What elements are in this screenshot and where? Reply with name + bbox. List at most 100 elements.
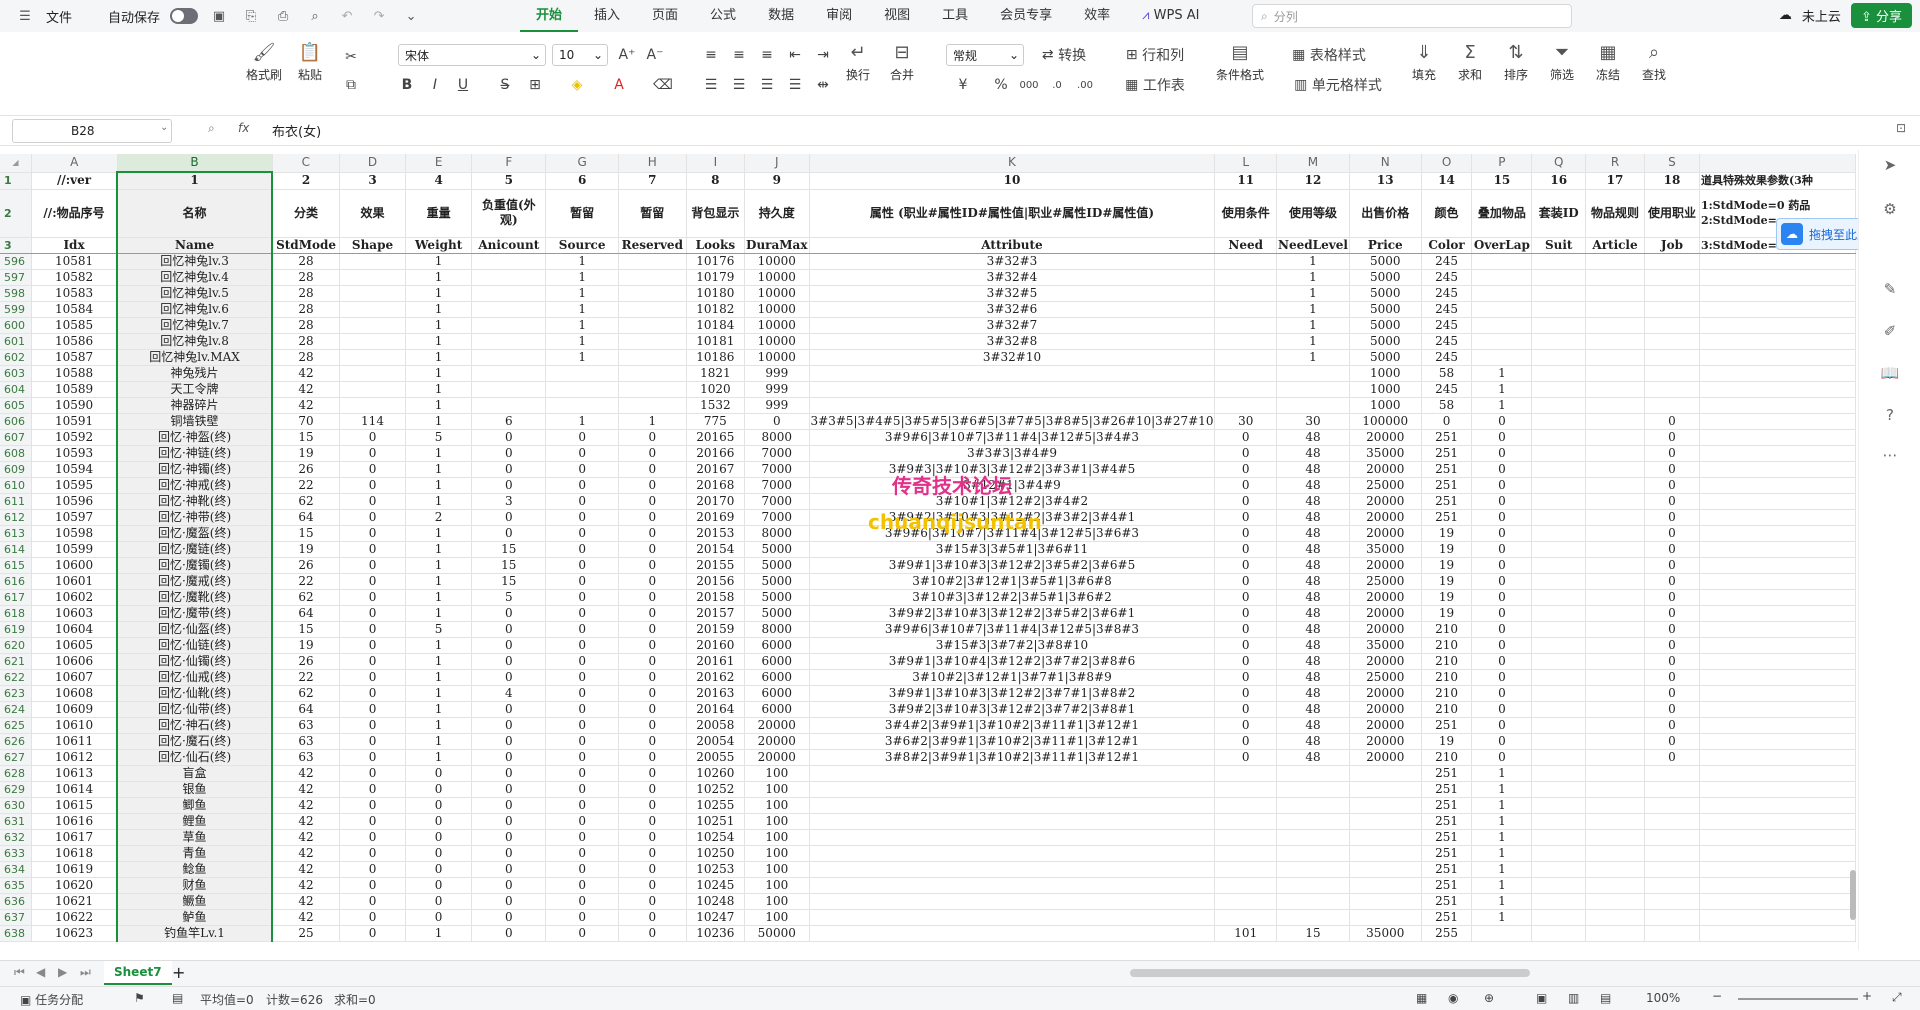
row-header[interactable]: 607 — [0, 429, 32, 446]
table-cell[interactable]: 20000 — [1349, 525, 1422, 542]
table-cell[interactable] — [1644, 381, 1700, 398]
table-cell[interactable] — [1531, 397, 1587, 414]
table-cell[interactable]: 1 — [545, 413, 619, 430]
table-cell[interactable]: 10589 — [31, 381, 118, 398]
table-cell[interactable]: 0 — [1214, 429, 1278, 446]
table-cell[interactable]: 28 — [272, 285, 341, 302]
table-cell[interactable]: 1 — [405, 381, 473, 398]
table-cell[interactable]: 0 — [1214, 685, 1278, 702]
table-cell[interactable]: 251 — [1421, 781, 1473, 798]
table-cell[interactable] — [1276, 397, 1350, 414]
table-cell[interactable] — [618, 397, 687, 414]
table-cell[interactable]: 1 — [545, 269, 619, 286]
table-cell[interactable]: 3#15#3|3#5#1|3#6#11 — [809, 541, 1216, 558]
table-cell[interactable] — [618, 269, 687, 286]
table-cell[interactable] — [1699, 253, 1856, 270]
table-cell[interactable]: 3#4#2|3#9#1|3#10#2|3#11#1|3#12#1 — [809, 717, 1216, 734]
table-cell[interactable]: 天工令牌 — [116, 381, 274, 398]
table-cell[interactable]: 0 — [545, 749, 619, 766]
table-cell[interactable]: 1 — [405, 605, 473, 622]
table-cell[interactable] — [1531, 653, 1587, 670]
header-cell[interactable]: 叠加物品 — [1471, 189, 1533, 238]
table-cell[interactable]: 245 — [1421, 253, 1473, 270]
table-cell[interactable] — [1531, 749, 1587, 766]
header-cell[interactable]: //:物品序号 — [31, 189, 118, 238]
table-cell[interactable]: 0 — [339, 557, 406, 574]
table-cell[interactable]: 10599 — [31, 541, 118, 558]
table-cell[interactable]: 42 — [272, 781, 341, 798]
header-cell[interactable]: 背包显示 — [686, 189, 746, 238]
table-cell[interactable] — [1531, 525, 1587, 542]
table-cell[interactable]: 100 — [744, 877, 810, 894]
table-cell[interactable]: 20000 — [1349, 493, 1422, 510]
fx-icon[interactable]: fx — [238, 121, 249, 135]
table-cell[interactable]: 0 — [1644, 637, 1700, 654]
table-cell[interactable]: 回忆·仙镯(终) — [116, 653, 274, 670]
table-cell[interactable]: 62 — [272, 589, 341, 606]
table-cell[interactable]: 1 — [405, 253, 473, 270]
table-cell[interactable] — [618, 349, 687, 366]
table-cell[interactable]: 20000 — [1349, 605, 1422, 622]
table-cell[interactable] — [1531, 781, 1587, 798]
table-cell[interactable]: 1 — [405, 365, 473, 382]
table-cell[interactable]: 神器碎片 — [116, 397, 274, 414]
table-cell[interactable]: 210 — [1421, 621, 1473, 638]
table-cell[interactable] — [1531, 381, 1587, 398]
table-cell[interactable]: 回忆神兔lv.7 — [116, 317, 274, 334]
zoom-in-icon[interactable]: + — [1862, 989, 1872, 1003]
header-cell[interactable]: 13 — [1349, 172, 1422, 190]
table-cell[interactable] — [1214, 301, 1278, 318]
table-cell[interactable]: 0 — [1644, 429, 1700, 446]
menu-icon[interactable]: ☰ — [14, 5, 36, 27]
table-cell[interactable]: 3 — [471, 493, 547, 510]
table-cell[interactable]: 10595 — [31, 477, 118, 494]
table-cell[interactable]: 0 — [1644, 477, 1700, 494]
header-cell[interactable]: Idx — [31, 237, 118, 254]
table-cell[interactable]: 0 — [545, 845, 619, 862]
table-cell[interactable] — [1644, 893, 1700, 910]
table-cell[interactable] — [1699, 461, 1856, 478]
table-cell[interactable]: 0 — [1471, 557, 1533, 574]
table-cell[interactable]: 10619 — [31, 861, 118, 878]
column-header-h[interactable]: H — [618, 154, 687, 173]
row-header[interactable]: 611 — [0, 493, 32, 510]
table-cell[interactable]: 10618 — [31, 845, 118, 862]
table-cell[interactable] — [1214, 365, 1278, 382]
table-cell[interactable]: 10588 — [31, 365, 118, 382]
table-cell[interactable] — [1585, 285, 1645, 302]
row-header[interactable]: 612 — [0, 509, 32, 526]
table-cell[interactable]: 0 — [618, 429, 687, 446]
table-cell[interactable]: 20162 — [686, 669, 746, 686]
table-cell[interactable]: 0 — [1214, 621, 1278, 638]
table-cell[interactable]: 48 — [1276, 541, 1350, 558]
table-cell[interactable] — [1585, 813, 1645, 830]
table-cell[interactable]: 0 — [545, 557, 619, 574]
cursor-icon[interactable]: ➤ — [1879, 156, 1901, 178]
table-cell[interactable]: 245 — [1421, 333, 1473, 350]
table-cell[interactable] — [1585, 877, 1645, 894]
table-cell[interactable] — [1699, 429, 1856, 446]
fill-color-icon[interactable]: ◈ — [566, 74, 588, 96]
table-cell[interactable]: 1 — [1471, 845, 1533, 862]
table-cell[interactable]: 0 — [545, 621, 619, 638]
table-cell[interactable] — [1699, 733, 1856, 750]
search-input[interactable]: ⌕ 分列 — [1252, 4, 1572, 28]
table-cell[interactable]: 0 — [545, 893, 619, 910]
table-cell[interactable]: 42 — [272, 765, 341, 782]
table-cell[interactable]: 0 — [471, 637, 547, 654]
table-cell[interactable]: 0 — [471, 909, 547, 926]
freeze-button[interactable]: ▦ 冻结 — [1594, 38, 1622, 83]
table-cell[interactable]: 0 — [471, 429, 547, 446]
table-cell[interactable] — [1699, 637, 1856, 654]
save-icon[interactable]: ▣ — [208, 5, 230, 27]
table-cell[interactable]: 0 — [339, 429, 406, 446]
table-cell[interactable] — [339, 349, 406, 366]
table-cell[interactable]: 0 — [339, 493, 406, 510]
table-cell[interactable]: 35000 — [1349, 637, 1422, 654]
table-cell[interactable]: 1 — [405, 701, 473, 718]
table-cell[interactable]: 26 — [272, 557, 341, 574]
header-cell[interactable]: 出售价格 — [1349, 189, 1422, 238]
table-cell[interactable]: 0 — [545, 765, 619, 782]
table-cell[interactable] — [1531, 317, 1587, 334]
table-cell[interactable]: 0 — [339, 637, 406, 654]
